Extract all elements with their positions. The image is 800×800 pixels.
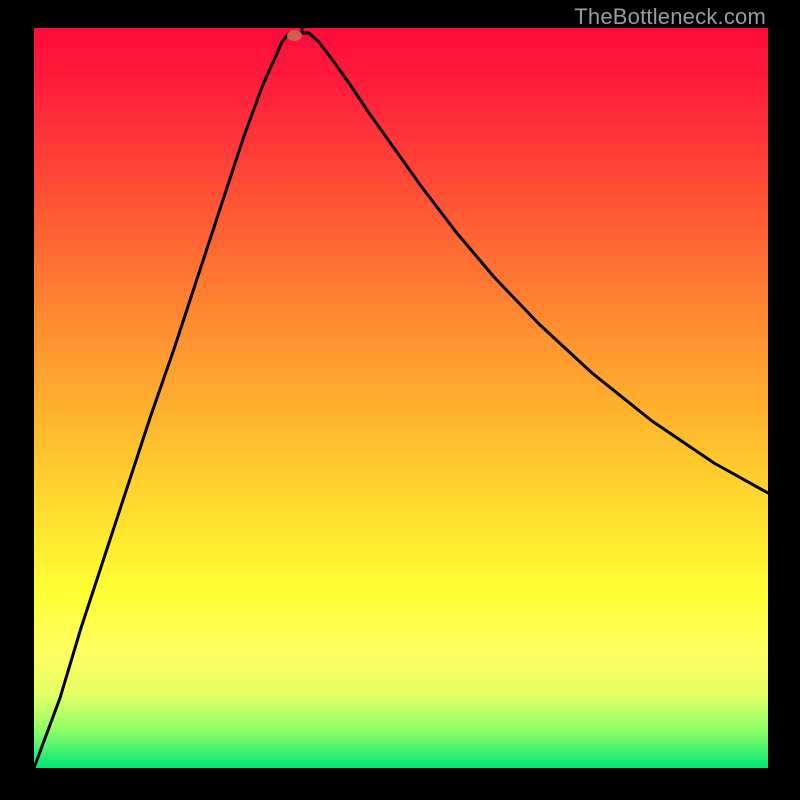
plot-area (34, 28, 768, 768)
bottleneck-curve (34, 28, 768, 768)
chart-frame: TheBottleneck.com (0, 0, 800, 800)
curve-left-branch (34, 28, 302, 768)
optimal-point-marker (287, 30, 302, 41)
curve-right-branch (302, 28, 768, 493)
watermark-text: TheBottleneck.com (574, 4, 766, 30)
